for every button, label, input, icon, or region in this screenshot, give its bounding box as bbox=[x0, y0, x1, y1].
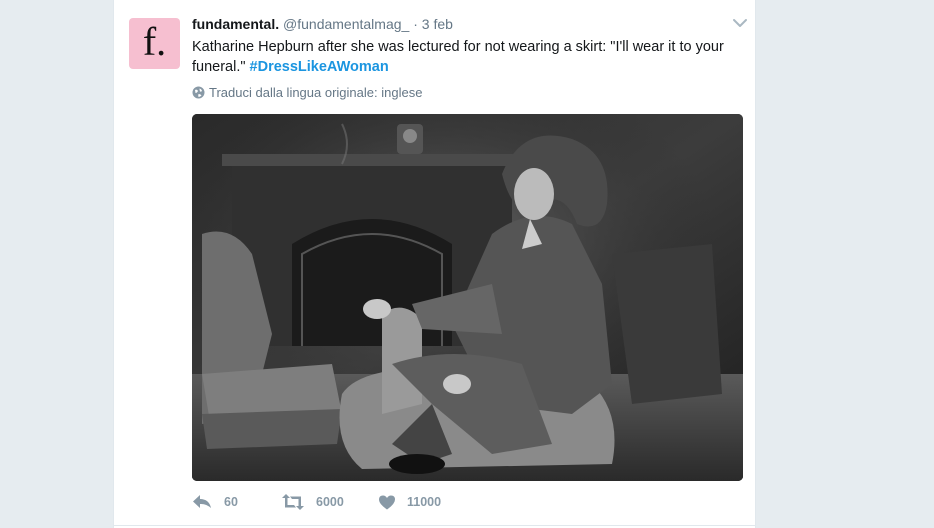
retweet-button[interactable]: 6000 bbox=[282, 494, 379, 510]
author-fullname[interactable]: fundamental. bbox=[192, 16, 279, 32]
translate-link[interactable]: Traduci dalla lingua originale: inglese bbox=[192, 85, 422, 100]
avatar-logo-text: f. bbox=[142, 18, 167, 64]
retweet-icon bbox=[282, 494, 304, 510]
tweet-timestamp[interactable]: 3 feb bbox=[422, 16, 453, 32]
like-count: 11000 bbox=[407, 495, 442, 509]
translate-label: Traduci dalla lingua originale: inglese bbox=[209, 85, 423, 100]
reply-button[interactable]: 60 bbox=[192, 494, 282, 510]
reply-icon bbox=[193, 495, 211, 508]
chevron-down-icon[interactable] bbox=[732, 17, 748, 29]
like-button[interactable]: 11000 bbox=[379, 495, 469, 510]
tweet-header: fundamental. @fundamentalmag_ · 3 feb bbox=[192, 15, 453, 33]
heart-icon bbox=[379, 495, 395, 509]
tweet-text: Katharine Hepburn after she was lectured… bbox=[192, 37, 737, 77]
author-username[interactable]: @fundamentalmag_ bbox=[283, 16, 409, 32]
hashtag-link[interactable]: #DressLikeAWoman bbox=[250, 59, 389, 75]
tweet-photo[interactable] bbox=[192, 114, 743, 481]
separator-dot: · bbox=[413, 16, 418, 32]
globe-icon bbox=[192, 86, 205, 99]
tweet-actions: 60 6000 11000 bbox=[192, 494, 469, 510]
tweet-card[interactable]: f. fundamental. @fundamentalmag_ · 3 feb… bbox=[113, 0, 756, 528]
reply-count: 60 bbox=[224, 495, 238, 509]
retweet-count: 6000 bbox=[316, 495, 344, 509]
avatar[interactable]: f. bbox=[129, 18, 180, 69]
photo-image bbox=[192, 114, 743, 481]
